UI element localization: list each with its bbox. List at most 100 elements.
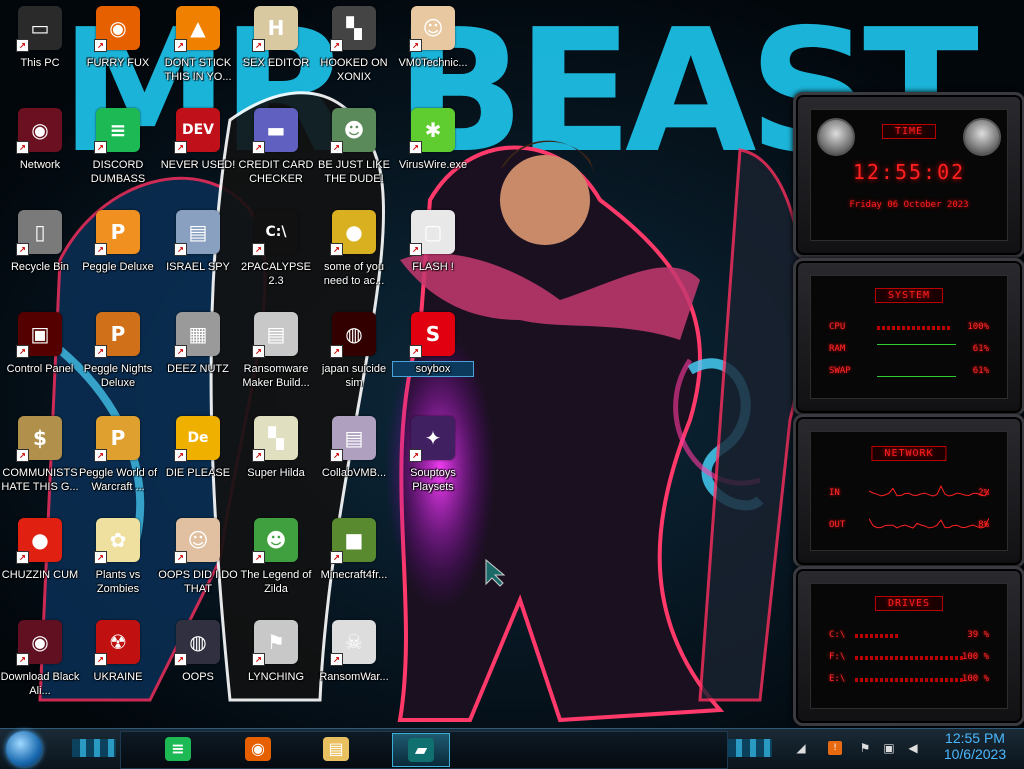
- desktop-icon[interactable]: ● ↗ CHUZZIN CUM: [0, 518, 80, 582]
- volume-icon[interactable]: ◀: [906, 741, 920, 755]
- spotify-taskbar-button[interactable]: ≡: [156, 733, 200, 765]
- desktop-icon[interactable]: ▯ ↗ Recycle Bin: [0, 210, 80, 274]
- desktop-icon[interactable]: ◉ ↗ Download Black Ali...: [0, 620, 80, 698]
- shortcut-arrow-icon: ↗: [94, 141, 107, 154]
- desktop-icon[interactable]: ☻ ↗ The Legend of Zilda: [236, 518, 316, 596]
- shortcut-arrow-icon: ↗: [330, 243, 343, 256]
- soybox-taskbar-button[interactable]: ▰: [392, 733, 450, 767]
- desktop-icon[interactable]: ☺ ↗ OOPS DID I DO THAT: [158, 518, 238, 596]
- shortcut-arrow-icon: ↗: [94, 39, 107, 52]
- desktop-icon[interactable]: ▣ ↗ Control Panel: [0, 312, 80, 376]
- drive-row: C:\ 39 %: [829, 630, 989, 642]
- system-gadget-title: SYSTEM: [874, 288, 944, 303]
- desktop-icon[interactable]: ⚑ ↗ LYNCHING: [236, 620, 316, 684]
- flag-icon[interactable]: ⚑: [858, 741, 872, 755]
- desktop-icon[interactable]: ■ ↗ Minecraft4fr...: [314, 518, 394, 582]
- desktop-icon-label: soybox: [392, 361, 474, 377]
- desktop-icon[interactable]: ≡ ↗ DISCORD DUMBASS: [78, 108, 158, 186]
- shortcut-arrow-icon: ↗: [409, 345, 422, 358]
- desktop-icon[interactable]: P ↗ Peggle Deluxe: [78, 210, 158, 274]
- desktop-icon[interactable]: H ↗ SEX EDITOR: [236, 6, 316, 70]
- desktop-icon-label: FURRY FUX: [86, 57, 150, 69]
- desktop-icon[interactable]: ▚ ↗ Super Hilda: [236, 416, 316, 480]
- drive-row-value: 100 %: [961, 674, 989, 684]
- file-explorer-taskbar-button[interactable]: ▤: [314, 733, 358, 765]
- shortcut-arrow-icon: ↗: [330, 345, 343, 358]
- desktop-icon[interactable]: ☺ ↗ VM0Technic...: [393, 6, 473, 70]
- desktop-icon[interactable]: ▤ ↗ Ransomware Maker Build...: [236, 312, 316, 390]
- desktop-icon[interactable]: ☻ ↗ BE JUST LIKE THE DUDE!: [314, 108, 394, 186]
- desktop-icon[interactable]: ▤ ↗ ISRAEL SPY: [158, 210, 238, 274]
- desktop-icon[interactable]: ◉ ↗ Network: [0, 108, 80, 172]
- drive-row-label: F:\: [829, 652, 846, 662]
- desktop-icon[interactable]: ✿ ↗ Plants vs Zombies: [78, 518, 158, 596]
- system-row-ram: RAM 61%: [829, 344, 989, 356]
- time-gadget-title: TIME: [881, 124, 937, 139]
- taskbar-deco-right: [728, 739, 772, 757]
- taskbar-clock[interactable]: 12:55 PM 10/6/2023: [930, 729, 1020, 769]
- network-row-label: OUT: [829, 520, 846, 530]
- desktop-icon[interactable]: P ↗ Peggle Nights Deluxe: [78, 312, 158, 390]
- desktop-icon[interactable]: ▢ ↗ FLASH !: [393, 210, 473, 274]
- shortcut-arrow-icon: ↗: [94, 243, 107, 256]
- desktop-icon-label: COMMUNISTS HATE THIS G...: [1, 467, 79, 493]
- desktop-icon[interactable]: $ ↗ COMMUNISTS HATE THIS G...: [0, 416, 80, 494]
- desktop-icon[interactable]: ◍ ↗ OOPS: [158, 620, 238, 684]
- desktop-icon-label: CHUZZIN CUM: [1, 569, 79, 581]
- shortcut-arrow-icon: ↗: [16, 345, 29, 358]
- firefox-taskbar-icon: ◉: [245, 737, 271, 761]
- drives-gadget[interactable]: DRIVES C:\ 39 % F:\ 100 % E:\ 100 %: [793, 566, 1024, 726]
- system-row-label: CPU: [829, 322, 846, 332]
- shortcut-arrow-icon: ↗: [16, 243, 29, 256]
- network-gadget-panel: NETWORK IN 2% OUT 8%: [810, 431, 1008, 551]
- desktop-icon[interactable]: S ↗ soybox: [392, 312, 474, 377]
- desktop-icon-label: UKRAINE: [93, 671, 143, 683]
- desktop-icon-label: BE JUST LIKE THE DUDE!: [318, 159, 390, 185]
- desktop-icon-label: Recycle Bin: [10, 261, 70, 273]
- desktop-icon-label: Plants vs Zombies: [95, 569, 141, 595]
- drive-row: E:\ 100 %: [829, 674, 989, 686]
- desktop-icon-label: FLASH !: [412, 261, 454, 273]
- desktop-icon[interactable]: ◍ ↗ japan suicide sim: [314, 312, 394, 390]
- desktop-icon[interactable]: ✱ ↗ VirusWire.exe: [393, 108, 473, 172]
- desktop-icon[interactable]: ✦ ↗ Souptoys Playsets: [393, 416, 473, 494]
- shortcut-arrow-icon: ↗: [16, 551, 29, 564]
- desktop-icon[interactable]: ▤ ↗ CollabVMB...: [314, 416, 394, 480]
- shortcut-arrow-icon: ↗: [94, 449, 107, 462]
- desktop-icon-label: 2PACALYPSE 2.3: [241, 261, 311, 287]
- desktop-icon[interactable]: ☢ ↗ UKRAINE: [78, 620, 158, 684]
- desktop-icon[interactable]: ▦ ↗ DEEZ NUTZ: [158, 312, 238, 376]
- desktop-icon-label: japan suicide sim: [321, 363, 387, 389]
- desktop-icon-label: The Legend of Zilda: [240, 569, 312, 595]
- network-gadget[interactable]: NETWORK IN 2% OUT 8%: [793, 414, 1024, 568]
- show-hidden-icons-icon[interactable]: ◢: [794, 741, 808, 755]
- network-tray-icon[interactable]: ▣: [882, 741, 896, 755]
- network-row-out: OUT 8%: [829, 517, 989, 532]
- desktop-icon[interactable]: ☠ ↗ RansomWar...: [314, 620, 394, 684]
- shortcut-arrow-icon: ↗: [330, 39, 343, 52]
- desktop-icon-label: VM0Technic...: [398, 57, 468, 69]
- shortcut-arrow-icon: ↗: [94, 551, 107, 564]
- desktop-icon[interactable]: ▭ ↗ This PC: [0, 6, 80, 70]
- action-center-warning-icon[interactable]: !: [828, 741, 842, 755]
- desktop-icon[interactable]: ▲ ↗ DONT STICK THIS IN YO...: [158, 6, 238, 84]
- system-gadget[interactable]: SYSTEM CPU 100% RAM 61% SWAP 61%: [793, 258, 1024, 416]
- taskbar-clock-date: 10/6/2023: [943, 746, 1007, 762]
- taskbar-clock-time: 12:55 PM: [945, 730, 1005, 746]
- desktop-icon-label: Souptoys Playsets: [410, 467, 456, 493]
- desktop-icon[interactable]: ◉ ↗ FURRY FUX: [78, 6, 158, 70]
- start-orb-icon[interactable]: [6, 731, 42, 767]
- desktop-icon[interactable]: ▬ ↗ CREDIT CARD CHECKER: [236, 108, 316, 186]
- desktop-icon-label: VirusWire.exe: [398, 159, 468, 171]
- desktop-icon[interactable]: ● ↗ some of you need to ac...: [314, 210, 394, 288]
- drive-row-value: 39 %: [967, 630, 989, 640]
- desktop-icon[interactable]: ▚ ↗ HOOKED ON XONIX: [314, 6, 394, 84]
- desktop-icon[interactable]: C:\ ↗ 2PACALYPSE 2.3: [236, 210, 316, 288]
- desktop-icon[interactable]: DEV ↗ NEVER USED!: [158, 108, 238, 172]
- shortcut-arrow-icon: ↗: [409, 449, 422, 462]
- drive-row: F:\ 100 %: [829, 652, 989, 664]
- desktop-icon[interactable]: De ↗ DIE PLEASE: [158, 416, 238, 480]
- desktop-icon[interactable]: P ↗ Peggle World of Warcraft ...: [78, 416, 158, 494]
- time-gadget[interactable]: TIME 12:55:02 Friday 06 October 2023: [793, 92, 1024, 258]
- firefox-taskbar-button[interactable]: ◉: [236, 733, 280, 765]
